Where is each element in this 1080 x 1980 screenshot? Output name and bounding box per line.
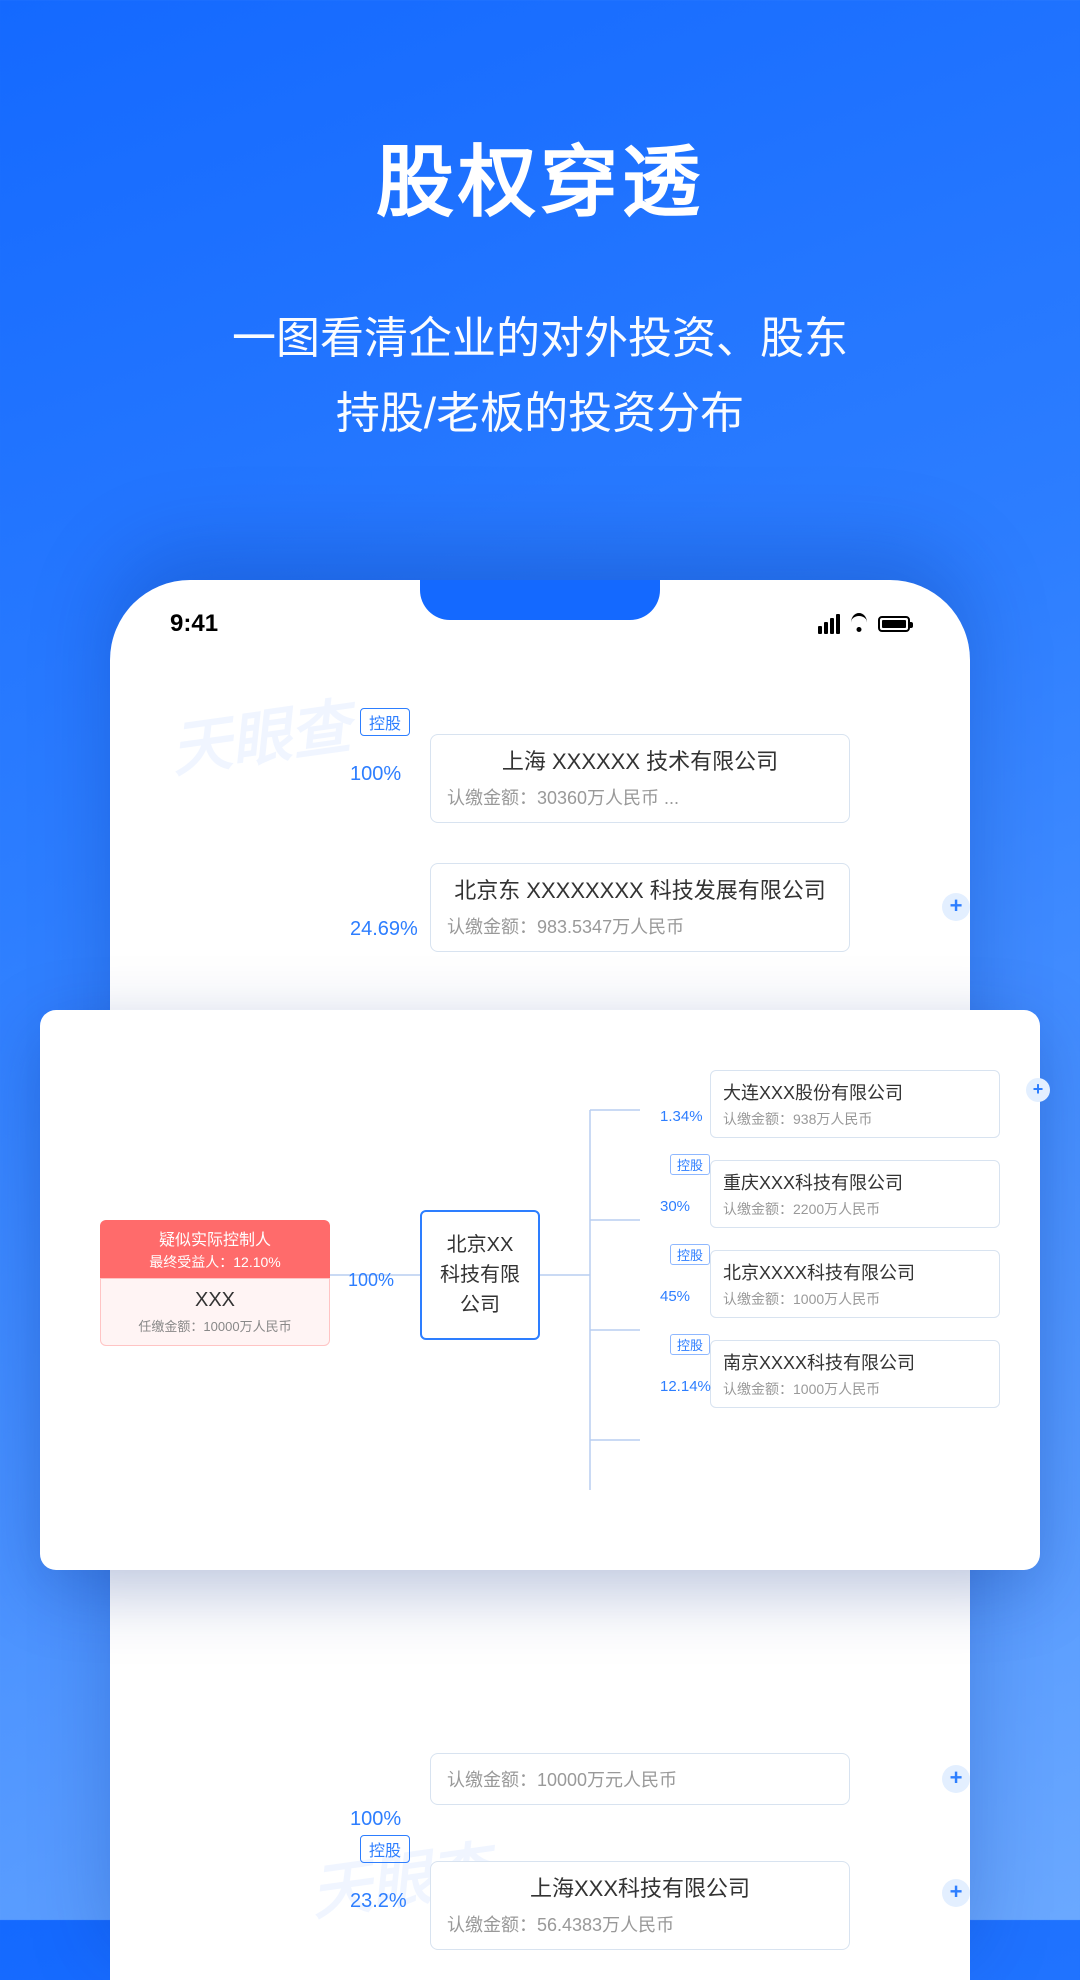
company-name: 重庆XXX科技有限公司 bbox=[723, 1169, 987, 1195]
subscribed-amount: 认缴金额：1000万人民币 bbox=[723, 1379, 987, 1399]
equity-overlay-card: 疑似实际控制人 最终受益人：12.10% XXX 任缴金额：10000万人民币 … bbox=[40, 1010, 1040, 1570]
status-time: 9:41 bbox=[170, 610, 218, 638]
controller-badge: 疑似实际控制人 最终受益人：12.10% bbox=[100, 1220, 330, 1278]
status-indicators bbox=[818, 614, 910, 634]
company-name: 上海 XXXXXX 技术有限公司 bbox=[447, 747, 833, 778]
subscribed-amount: 认缴金额：30360万人民币 ... bbox=[447, 784, 833, 810]
child-company-node[interactable]: 控股12.14%南京XXXX科技有限公司认缴金额：1000万人民币 bbox=[640, 1340, 1040, 1408]
holding-tag: 控股 bbox=[670, 1154, 710, 1175]
signal-icon bbox=[818, 614, 840, 634]
subscribed-amount: 认缴金额：10000万元人民币 bbox=[447, 1766, 833, 1792]
battery-icon bbox=[878, 616, 910, 632]
hero-subtitle: 一图看清企业的对外投资、股东 持股/老板的投资分布 bbox=[0, 302, 1080, 452]
root-name: XXX bbox=[107, 1289, 323, 1312]
expand-button[interactable]: + bbox=[942, 1765, 970, 1793]
hero-section: 股权穿透 一图看清企业的对外投资、股东 持股/老板的投资分布 bbox=[0, 0, 1080, 452]
company-name: 南京XXXX科技有限公司 bbox=[723, 1349, 987, 1375]
phone-notch bbox=[420, 580, 660, 620]
share-percentage: 12.14% bbox=[660, 1378, 711, 1395]
equity-diagram-bottom: 认缴金额：10000万元人民币100%+控股上海XXX科技有限公司认缴金额：56… bbox=[110, 1753, 970, 1980]
expand-button[interactable]: + bbox=[942, 1879, 970, 1907]
subscribed-amount: 认缴金额：2200万人民币 bbox=[723, 1199, 987, 1219]
company-name: 上海XXX科技有限公司 bbox=[447, 1874, 833, 1905]
root-entity-node[interactable]: 疑似实际控制人 最终受益人：12.10% XXX 任缴金额：10000万人民币 bbox=[100, 1220, 330, 1346]
equity-diagram-background: 控股上海 XXXXXX 技术有限公司认缴金额：30360万人民币 ... 100%… bbox=[110, 648, 970, 952]
share-percentage: 23.2% bbox=[350, 1890, 407, 1913]
share-percentage: 1.34% bbox=[660, 1108, 703, 1125]
expand-button[interactable]: + bbox=[942, 893, 970, 921]
child-company-node[interactable]: 控股45%北京XXXX科技有限公司认缴金额：1000万人民币 bbox=[640, 1250, 1040, 1318]
share-percentage: 100% bbox=[350, 1808, 401, 1831]
child-company-node[interactable]: 1.34%大连XXX股份有限公司认缴金额：938万人民币+ bbox=[640, 1070, 1040, 1138]
wifi-icon bbox=[848, 616, 870, 632]
root-percentage: 100% bbox=[348, 1270, 394, 1291]
equity-node[interactable]: 控股上海XXX科技有限公司认缴金额：56.4383万人民币23.2%+ bbox=[430, 1835, 930, 1950]
hero-title: 股权穿透 bbox=[0, 120, 1080, 232]
subscribed-amount: 认缴金额：983.5347万人民币 bbox=[447, 913, 833, 939]
equity-node[interactable]: 北京东 XXXXXXXX 科技发展有限公司认缴金额：983.5347万人民币24… bbox=[430, 863, 930, 952]
expand-button[interactable]: + bbox=[1026, 1078, 1050, 1102]
share-percentage: 24.69% bbox=[350, 918, 418, 941]
holding-tag: 控股 bbox=[670, 1244, 710, 1265]
holding-tag: 控股 bbox=[360, 1835, 410, 1863]
share-percentage: 30% bbox=[660, 1198, 690, 1215]
company-name: 大连XXX股份有限公司 bbox=[723, 1079, 987, 1105]
subscribed-amount: 认缴金额：938万人民币 bbox=[723, 1109, 987, 1129]
holding-tag: 控股 bbox=[670, 1334, 710, 1355]
holding-tag: 控股 bbox=[360, 708, 410, 736]
center-company-node[interactable]: 北京XX 科技有限 公司 bbox=[420, 1210, 540, 1340]
share-percentage: 100% bbox=[350, 763, 401, 786]
root-amount: 任缴金额：10000万人民币 bbox=[107, 1316, 323, 1335]
company-name: 北京XXXX科技有限公司 bbox=[723, 1259, 987, 1285]
company-name: 北京东 XXXXXXXX 科技发展有限公司 bbox=[447, 876, 833, 907]
child-company-node[interactable]: 控股30%重庆XXX科技有限公司认缴金额：2200万人民币 bbox=[640, 1160, 1040, 1228]
subscribed-amount: 认缴金额：1000万人民币 bbox=[723, 1289, 987, 1309]
equity-node[interactable]: 控股上海 XXXXXX 技术有限公司认缴金额：30360万人民币 ...100% bbox=[430, 708, 930, 823]
equity-node[interactable]: 认缴金额：10000万元人民币100%+ bbox=[430, 1753, 930, 1805]
subscribed-amount: 认缴金额：56.4383万人民币 bbox=[447, 1911, 833, 1937]
share-percentage: 45% bbox=[660, 1288, 690, 1305]
